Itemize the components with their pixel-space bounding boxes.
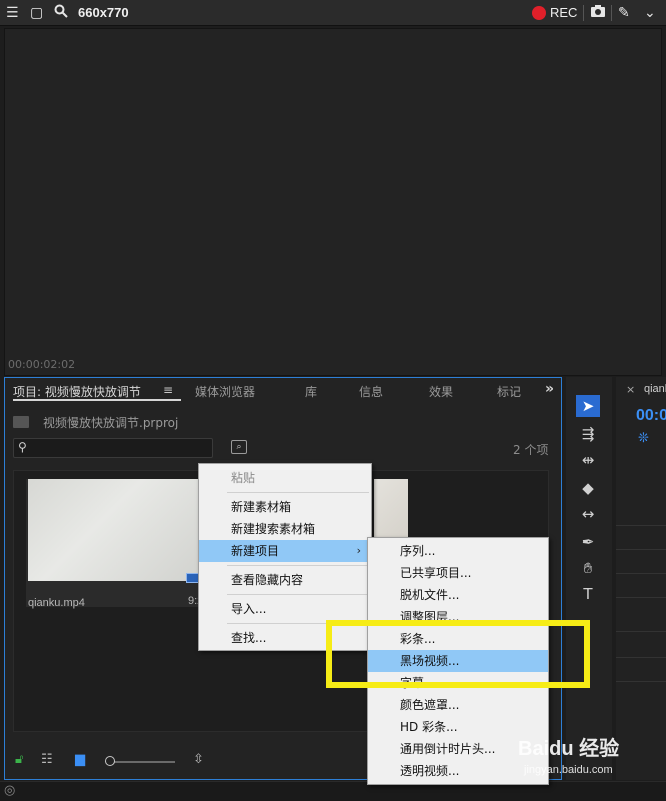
hand-tool-icon[interactable]: ✋︎	[576, 557, 600, 579]
menu-separator	[227, 565, 369, 566]
icon-view-icon[interactable]: ▆	[75, 752, 85, 767]
menu-item-new-item[interactable]: 新建项目 ›	[199, 540, 371, 562]
list-view-icon[interactable]: ☷	[41, 752, 53, 767]
toolbar-divider	[611, 5, 612, 21]
menu-item-import[interactable]: 导入...	[199, 598, 371, 620]
submenu-item-color-matte[interactable]: 颜色遮罩...	[368, 694, 548, 716]
track-divider	[616, 573, 666, 574]
tab-libraries[interactable]: 库	[305, 383, 317, 400]
capture-size: 660x770	[78, 5, 129, 20]
camera-icon[interactable]	[590, 4, 606, 23]
clip-name: qianku.mp4	[28, 597, 85, 609]
submenu-arrow-icon: ›	[356, 544, 361, 557]
record-label[interactable]: REC	[550, 4, 577, 22]
menu-separator	[227, 492, 369, 493]
zoom-slider-track[interactable]	[109, 761, 175, 763]
watermark-logo: Baidu 经验	[518, 738, 620, 760]
search-icon: ⚲	[18, 440, 27, 454]
pen-icon[interactable]: ✎	[618, 4, 630, 22]
track-divider	[616, 657, 666, 658]
new-search-bin-icon[interactable]: ⌕	[231, 440, 247, 454]
sequence-tab[interactable]: qianku	[644, 383, 666, 395]
window-icon[interactable]: ▢	[30, 4, 43, 22]
sort-icon[interactable]: ⇳	[193, 752, 204, 767]
track-divider	[616, 631, 666, 632]
tab-project[interactable]: 项目: 视频慢放快放调节	[13, 383, 141, 400]
track-divider	[616, 597, 666, 598]
razor-tool-icon[interactable]: ◆	[576, 477, 600, 499]
zoom-slider-knob[interactable]	[105, 756, 115, 766]
track-divider	[616, 681, 666, 682]
menu-item-new-bin[interactable]: 新建素材箱	[199, 496, 371, 518]
active-tab-indicator	[13, 399, 181, 401]
toolbar-divider	[583, 5, 584, 21]
track-divider	[616, 549, 666, 550]
track-select-tool-icon[interactable]: ⇶	[576, 423, 600, 445]
submenu-item-shared-project[interactable]: 已共享项目...	[368, 562, 548, 584]
menu-item-paste[interactable]: 粘贴	[199, 467, 371, 489]
chevron-down-icon[interactable]: ⌄	[644, 4, 656, 22]
ripple-edit-tool-icon[interactable]: ⇹	[576, 449, 600, 471]
submenu-item-sequence[interactable]: 序列...	[368, 540, 548, 562]
menu-item-label: 新建项目	[231, 544, 280, 558]
submenu-item-transparent-video[interactable]: 透明视频...	[368, 760, 548, 782]
snap-icon[interactable]: ❊	[638, 431, 649, 446]
track-divider	[616, 525, 666, 526]
watermark-url: jingyan.baidu.com	[524, 764, 613, 776]
timeline-panel: × qianku 00:0 ❊	[616, 377, 666, 780]
status-icon: ◎	[4, 783, 16, 798]
hamburger-menu-icon[interactable]: ☰	[6, 4, 19, 22]
record-dot-icon[interactable]	[532, 6, 546, 20]
tab-effects[interactable]: 效果	[429, 383, 453, 400]
clip-item[interactable]: qianku.mp4 9:2	[26, 479, 216, 609]
tab-menu-icon[interactable]: ≡	[163, 383, 173, 397]
tab-info[interactable]: 信息	[359, 383, 383, 400]
submenu-item-offline-file[interactable]: 脱机文件...	[368, 584, 548, 606]
tab-markers[interactable]: 标记	[497, 383, 521, 400]
status-bar: ◎	[0, 781, 666, 801]
menu-separator	[227, 594, 369, 595]
search-icon[interactable]	[54, 4, 68, 23]
lock-icon[interactable]: 🔓︎	[15, 752, 23, 767]
project-file-name: 视频慢放快放调节.prproj	[43, 416, 179, 430]
tabs-overflow-icon[interactable]: »	[545, 381, 554, 397]
project-bin-icon	[13, 416, 29, 428]
panel-tabs: 项目: 视频慢放快放调节 ≡ 媒体浏览器 库 信息 效果 标记 »	[5, 378, 561, 402]
tools-panel: ➤ ⇶ ⇹ ◆ ↔ ✒ ✋︎ T	[566, 377, 612, 780]
item-count: 2 个项	[513, 443, 549, 457]
monitor-timecode: 00:00:02:02	[8, 358, 76, 371]
type-tool-icon[interactable]: T	[576, 583, 600, 605]
close-icon[interactable]: ×	[626, 383, 635, 396]
annotation-highlight-box	[326, 620, 590, 688]
selection-tool-icon[interactable]: ➤	[576, 395, 600, 417]
program-monitor[interactable]	[4, 28, 662, 376]
slip-tool-icon[interactable]: ↔	[576, 503, 600, 525]
timeline-timecode[interactable]: 00:0	[636, 407, 666, 425]
clip-thumbnail[interactable]	[28, 479, 214, 581]
search-field[interactable]: ⚲	[13, 438, 213, 458]
pen-tool-icon[interactable]: ✒	[576, 531, 600, 553]
menu-item-new-search-bin[interactable]: 新建搜索素材箱	[199, 518, 371, 540]
recorder-toolbar: ☰ ▢ 660x770 REC ✎ ⌄	[0, 0, 666, 26]
menu-item-view-hidden[interactable]: 查看隐藏内容	[199, 569, 371, 591]
tab-media-browser[interactable]: 媒体浏览器	[195, 383, 255, 400]
